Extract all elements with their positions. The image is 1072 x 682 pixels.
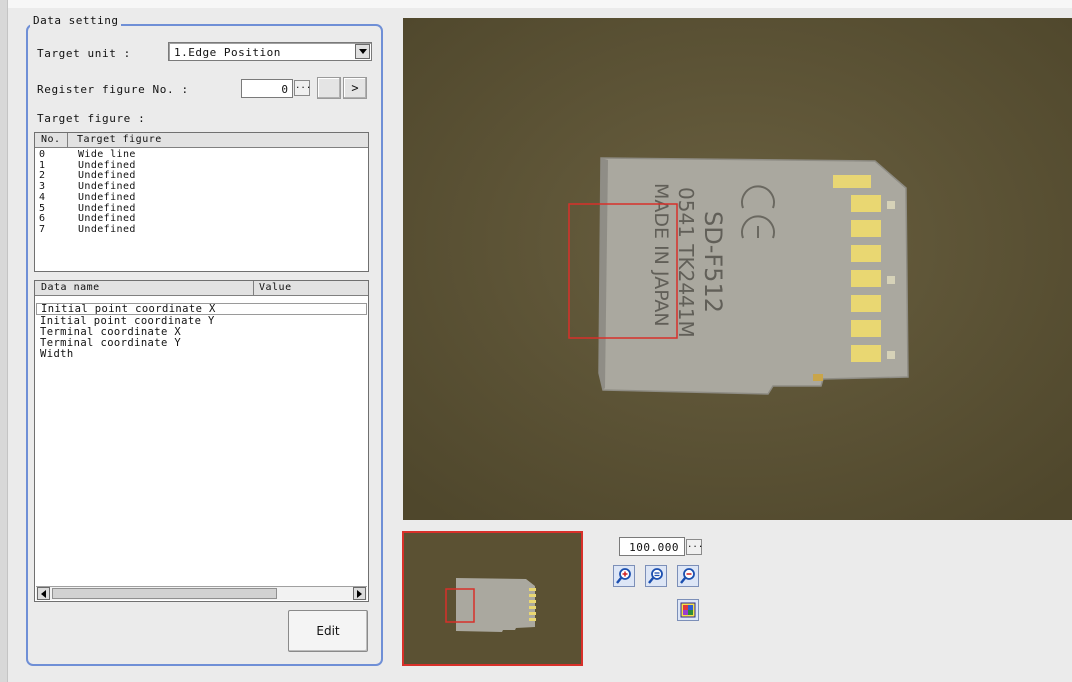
scroll-right-icon[interactable] [353, 587, 366, 600]
zoom-value-field[interactable]: 100.000 [619, 537, 685, 556]
edit-button[interactable]: Edit [288, 610, 368, 652]
target-figure-list-header: No. Target figure [35, 133, 368, 148]
column-header-target-figure: Target figure [77, 134, 162, 145]
previous-button[interactable] [317, 77, 341, 99]
whole-image-icon[interactable] [677, 599, 699, 621]
register-figure-label: Register figure No. : [37, 83, 189, 96]
chevron-down-icon[interactable] [355, 44, 370, 59]
data-row[interactable]: Terminal coordinate Y [36, 338, 367, 349]
camera-image[interactable]: SD-F512 0541 TK2441M MADE IN JAPAN [403, 18, 1072, 520]
group-title: Data setting [30, 14, 122, 27]
zoom-in-icon[interactable] [613, 565, 635, 587]
top-edge [0, 0, 1072, 8]
data-list-header: Data name Value [35, 281, 368, 296]
target-figure-list[interactable]: No. Target figure 0 Wide line 1 Undefined … [34, 132, 369, 272]
column-header-value: Value [259, 282, 292, 293]
target-unit-label: Target unit : [37, 47, 131, 60]
register-figure-field[interactable]: 0 [241, 79, 293, 98]
left-edge [0, 0, 8, 682]
sd-card-image: SD-F512 0541 TK2441M MADE IN JAPAN [403, 18, 1072, 520]
register-figure-dots-button[interactable]: ... [294, 80, 311, 96]
thumbnail-image [404, 533, 581, 664]
zoom-dots-button[interactable]: ... [686, 539, 703, 555]
card-text-model: SD-F512 [699, 211, 727, 313]
zoom-fit-icon[interactable] [645, 565, 667, 587]
target-unit-select[interactable]: 1.Edge Position [168, 42, 372, 61]
column-header-no: No. [41, 134, 61, 145]
next-button[interactable]: > [343, 77, 367, 99]
scroll-thumb[interactable] [52, 588, 277, 599]
target-unit-value: 1.Edge Position [174, 46, 281, 59]
data-row-selected[interactable]: Initial point coordinate X [36, 303, 367, 315]
thumbnail-view[interactable] [402, 531, 583, 666]
column-header-data-name: Data name [41, 282, 100, 293]
horizontal-scrollbar[interactable] [36, 586, 367, 600]
data-row[interactable]: Width [36, 349, 367, 360]
data-list[interactable]: Data name Value Initial point coordinate… [34, 280, 369, 602]
target-figure-label: Target figure : [37, 112, 146, 125]
scroll-left-icon[interactable] [37, 587, 50, 600]
zoom-out-icon[interactable] [677, 565, 699, 587]
